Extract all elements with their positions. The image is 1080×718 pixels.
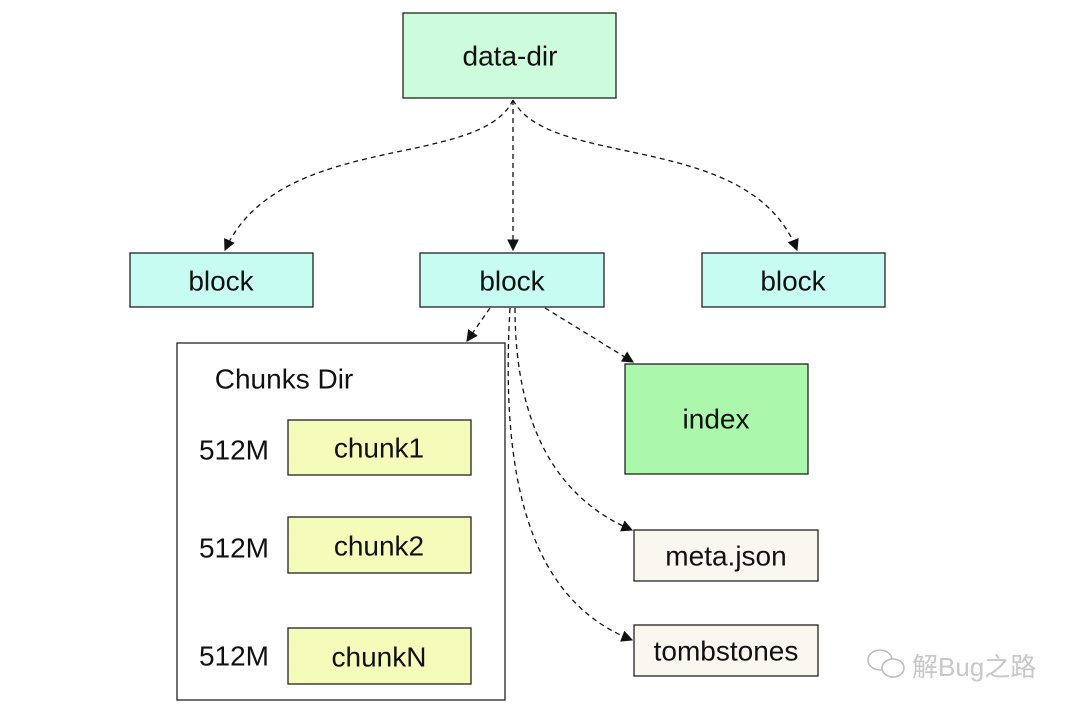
tombstones-label: tombstones (654, 636, 799, 667)
meta-json-label: meta.json (665, 541, 786, 572)
node-block-center[interactable]: block (419, 252, 605, 308)
edge-datadir-block-right (512, 99, 799, 252)
chunk2-size: 512M (199, 533, 269, 564)
data-dir-label: data-dir (463, 41, 558, 72)
wechat-icon (867, 649, 905, 678)
chunk1-label: chunk1 (334, 433, 424, 464)
edge-block-index (544, 307, 634, 363)
edge-block-chunksdir (466, 307, 491, 342)
edge-block-tombstones (507, 307, 634, 642)
chunkN-size: 512M (199, 641, 269, 672)
node-block-left[interactable]: block (129, 252, 314, 308)
watermark-text: 解Bug之路 (912, 652, 1036, 682)
node-chunk2[interactable]: chunk2 (287, 516, 472, 574)
node-chunkN[interactable]: chunkN (287, 627, 472, 685)
chunkN-label: chunkN (332, 642, 427, 673)
edge-datadir-block-left (224, 99, 514, 252)
edge-block-meta (514, 307, 634, 532)
node-index[interactable]: index (624, 363, 809, 475)
index-label: index (683, 404, 750, 435)
node-chunk1[interactable]: chunk1 (287, 419, 472, 476)
node-tombstones[interactable]: tombstones (633, 624, 819, 677)
node-meta-json[interactable]: meta.json (633, 529, 819, 582)
node-data-dir[interactable]: data-dir (402, 12, 617, 99)
chunk2-label: chunk2 (334, 531, 424, 562)
block-label: block (479, 266, 545, 297)
block-label: block (188, 266, 254, 297)
chunk1-size: 512M (199, 435, 269, 466)
chunks-dir-label: Chunks Dir (215, 364, 353, 395)
node-block-right[interactable]: block (701, 252, 886, 308)
diagram: data-dir block block block Chunks Dir 51… (129, 12, 1036, 701)
block-label: block (760, 266, 826, 297)
